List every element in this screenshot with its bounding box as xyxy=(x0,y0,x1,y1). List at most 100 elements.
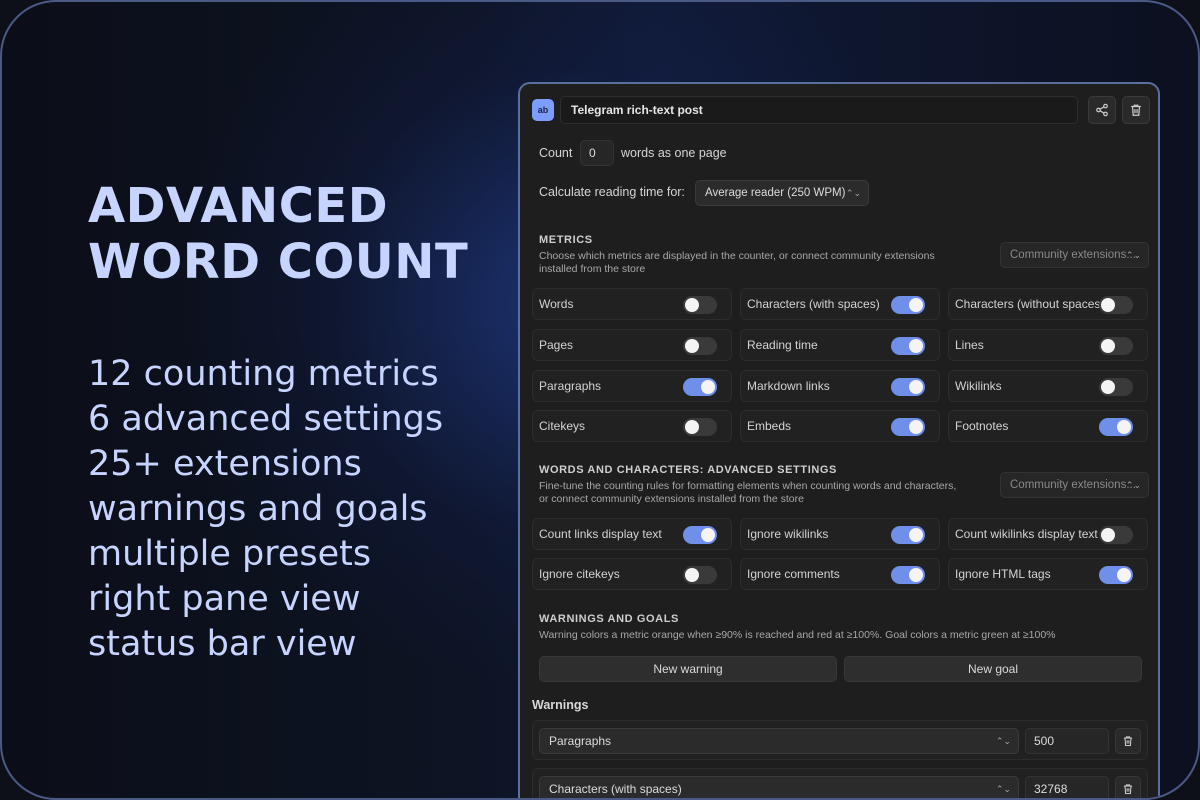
setting-label: Ignore HTML tags xyxy=(955,567,1051,581)
metric-card-footnotes[interactable]: Footnotes xyxy=(948,410,1148,442)
metric-label: Paragraphs xyxy=(539,379,602,393)
warning-metric-select[interactable]: Characters (with spaces) ⌃⌄ xyxy=(539,776,1019,798)
metric-toggle[interactable] xyxy=(1099,337,1133,355)
feature-item: 25+ extensions xyxy=(88,444,362,484)
setting-card-count-wikilinks-display-text[interactable]: Count wikilinks display text xyxy=(948,518,1148,550)
setting-card-ignore-html-tags[interactable]: Ignore HTML tags xyxy=(948,558,1148,590)
metric-card-pages[interactable]: Pages xyxy=(532,329,732,361)
chevron-updown-icon: ⌃⌄ xyxy=(1125,250,1141,260)
metric-label: Pages xyxy=(539,338,574,352)
reading-time-label: Calculate reading time for: xyxy=(539,185,685,199)
setting-card-ignore-wikilinks[interactable]: Ignore wikilinks xyxy=(740,518,940,550)
setting-card-count-links-display-text[interactable]: Count links display text xyxy=(532,518,732,550)
reading-speed-select[interactable]: Average reader (250 WPM) ⌃⌄ xyxy=(695,180,869,206)
trash-icon xyxy=(1131,104,1141,116)
setting-toggle[interactable] xyxy=(683,566,717,584)
chevron-updown-icon: ⌃⌄ xyxy=(845,188,861,198)
metrics-section-desc: Choose which metrics are displayed in th… xyxy=(539,250,979,276)
metric-card-characters-with-spaces[interactable]: Characters (with spaces) xyxy=(740,288,940,320)
hero-title-line-2: WORD COUNT xyxy=(88,234,469,290)
metric-label: Wikilinks xyxy=(955,379,1002,393)
metric-label: Citekeys xyxy=(539,419,586,433)
warning-metric-value: Characters (with spaces) xyxy=(549,782,682,796)
panel-header: ab Telegram rich-text post xyxy=(532,96,1150,124)
words-per-page-input[interactable]: 0 xyxy=(580,140,614,166)
warning-row: Paragraphs ⌃⌄ 500 xyxy=(532,720,1148,760)
setting-toggle[interactable] xyxy=(891,526,925,544)
metric-label: Characters (without spaces) xyxy=(955,297,1105,311)
setting-toggle[interactable] xyxy=(891,566,925,584)
setting-toggle[interactable] xyxy=(1099,566,1133,584)
metric-toggle[interactable] xyxy=(1099,378,1133,396)
delete-warning-button[interactable] xyxy=(1115,728,1141,754)
metric-card-characters-without-spaces[interactable]: Characters (without spaces) xyxy=(948,288,1148,320)
warning-metric-select[interactable]: Paragraphs ⌃⌄ xyxy=(539,728,1019,754)
warnings-title: Warnings xyxy=(532,698,589,712)
goals-section-title: WARNINGS AND GOALS xyxy=(539,613,679,625)
metric-label: Lines xyxy=(955,338,984,352)
metric-label: Embeds xyxy=(747,419,792,433)
chevron-updown-icon: ⌃⌄ xyxy=(995,784,1011,794)
feature-list: 12 counting metrics 6 advanced settings … xyxy=(88,352,508,667)
metric-toggle[interactable] xyxy=(683,418,717,436)
metric-toggle[interactable] xyxy=(1099,296,1133,314)
setting-label: Ignore citekeys xyxy=(539,567,620,581)
feature-item: 12 counting metrics xyxy=(88,354,439,394)
metric-card-embeds[interactable]: Embeds xyxy=(740,410,940,442)
metric-toggle[interactable] xyxy=(891,296,925,314)
setting-card-ignore-comments[interactable]: Ignore comments xyxy=(740,558,940,590)
metrics-extensions-select[interactable]: Community extensions... ⌃⌄ xyxy=(1000,242,1149,268)
warning-threshold-input[interactable]: 32768 xyxy=(1025,776,1109,798)
metrics-desc-line: installed from the store xyxy=(539,263,646,275)
setting-card-ignore-citekeys[interactable]: Ignore citekeys xyxy=(532,558,732,590)
goals-section-desc: Warning colors a metric orange when ≥90%… xyxy=(539,629,1056,641)
metric-toggle[interactable] xyxy=(683,296,717,314)
feature-item: right pane view xyxy=(88,579,361,619)
advanced-desc-line: Fine-tune the counting rules for formatt… xyxy=(539,480,957,492)
hero-title-line-1: ADVANCED xyxy=(88,178,389,234)
metric-label: Footnotes xyxy=(955,419,1009,433)
metric-card-paragraphs[interactable]: Paragraphs xyxy=(532,370,732,402)
advanced-extensions-value: Community extensions... xyxy=(1010,479,1136,491)
metric-card-citekeys[interactable]: Citekeys xyxy=(532,410,732,442)
metric-card-reading-time[interactable]: Reading time xyxy=(740,329,940,361)
delete-warning-button[interactable] xyxy=(1115,776,1141,798)
page-count-suffix: words as one page xyxy=(621,146,727,160)
preset-name-input[interactable]: Telegram rich-text post xyxy=(560,96,1078,124)
trash-icon xyxy=(1123,736,1133,747)
delete-preset-button[interactable] xyxy=(1122,96,1150,124)
metric-toggle[interactable] xyxy=(683,337,717,355)
advanced-section-title: WORDS AND CHARACTERS: ADVANCED SETTINGS xyxy=(539,464,837,476)
share-icon xyxy=(1096,103,1108,117)
metric-card-markdown-links[interactable]: Markdown links xyxy=(740,370,940,402)
feature-item: multiple presets xyxy=(88,534,372,574)
metric-toggle[interactable] xyxy=(891,418,925,436)
metric-card-lines[interactable]: Lines xyxy=(948,329,1148,361)
warning-metric-value: Paragraphs xyxy=(549,734,612,748)
hero-title: ADVANCED WORD COUNT xyxy=(88,178,508,290)
metric-label: Markdown links xyxy=(747,379,830,393)
metric-toggle[interactable] xyxy=(891,378,925,396)
warning-threshold-input[interactable]: 500 xyxy=(1025,728,1109,754)
advanced-extensions-select[interactable]: Community extensions... ⌃⌄ xyxy=(1000,472,1149,498)
metric-label: Characters (with spaces) xyxy=(747,297,880,311)
share-button[interactable] xyxy=(1088,96,1116,124)
metric-toggle[interactable] xyxy=(891,337,925,355)
setting-toggle[interactable] xyxy=(1099,526,1133,544)
setting-toggle[interactable] xyxy=(683,526,717,544)
advanced-section-desc: Fine-tune the counting rules for formatt… xyxy=(539,480,999,506)
chevron-updown-icon: ⌃⌄ xyxy=(995,736,1011,746)
metric-card-wikilinks[interactable]: Wikilinks xyxy=(948,370,1148,402)
metrics-desc-line: Choose which metrics are displayed in th… xyxy=(539,250,935,262)
metric-label: Words xyxy=(539,297,574,311)
feature-item: warnings and goals xyxy=(88,489,428,529)
metric-toggle[interactable] xyxy=(1099,418,1133,436)
new-warning-button[interactable]: New warning xyxy=(539,656,837,682)
metrics-extensions-value: Community extensions... xyxy=(1010,249,1136,261)
metric-card-words[interactable]: Words xyxy=(532,288,732,320)
setting-label: Ignore wikilinks xyxy=(747,527,829,541)
new-goal-button[interactable]: New goal xyxy=(844,656,1142,682)
metric-toggle[interactable] xyxy=(683,378,717,396)
setting-label: Ignore comments xyxy=(747,567,840,581)
warning-row: Characters (with spaces) ⌃⌄ 32768 xyxy=(532,768,1148,798)
